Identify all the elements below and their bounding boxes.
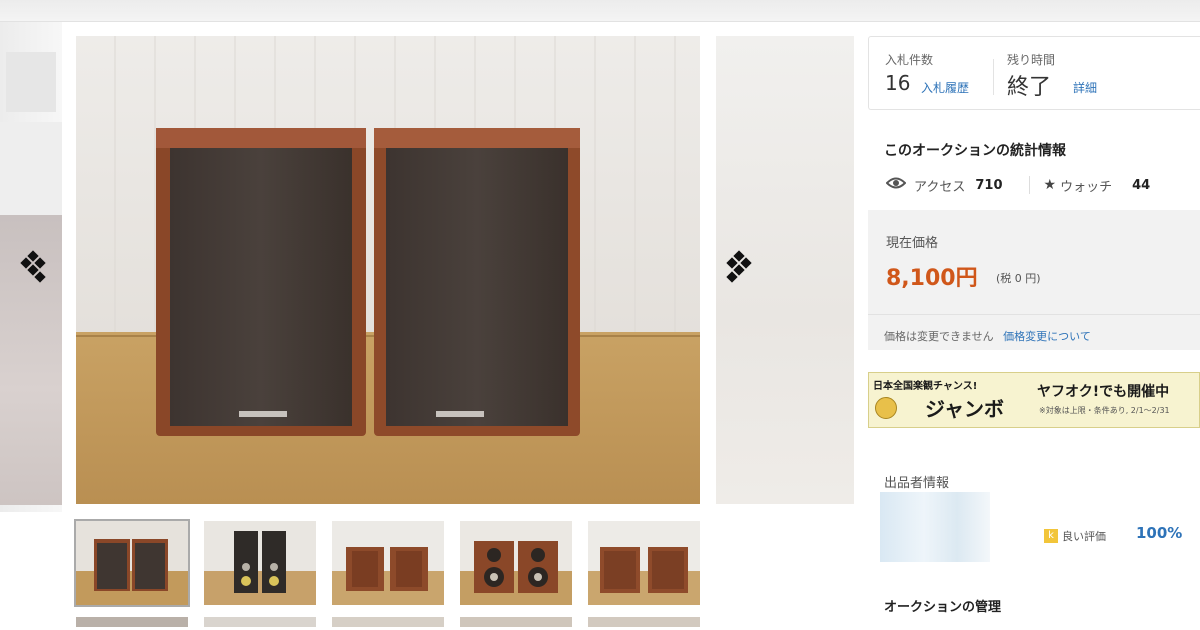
thumbnail-front-pair[interactable]	[332, 521, 444, 605]
thumbnail-row-2	[204, 617, 316, 627]
main-product-image[interactable]	[76, 36, 700, 504]
banner-line1: 日本全国楽観チャンス!	[873, 381, 978, 392]
rating-label: 良い評価	[1062, 530, 1106, 543]
bid-summary-box: 入札件数 16 入札履歴 残り時間 終了 詳細	[868, 36, 1200, 110]
access-label: アクセス	[914, 179, 966, 195]
browser-top-bar	[0, 0, 1200, 22]
divider	[868, 314, 1200, 315]
tax-note: (税 0 円)	[996, 272, 1041, 285]
watch-label: ウォッチ	[1060, 179, 1113, 195]
thumbnail-row-2	[588, 617, 700, 627]
current-price-label: 現在価格	[886, 236, 939, 251]
details-link[interactable]: 詳細	[1073, 79, 1097, 96]
promo-banner[interactable]: 日本全国楽観チャンス! ジャンボ ヤフオク!でも開催中 ※対象は上限・条件あり,…	[868, 372, 1200, 428]
bid-history-link[interactable]: 入札履歴	[921, 79, 969, 96]
thumbnail-side-pair[interactable]	[588, 521, 700, 605]
price-change-text: 価格は変更できません	[884, 330, 994, 343]
star-icon: ★	[1043, 177, 1057, 193]
banner-jumbo: ジャンボ	[925, 397, 1004, 421]
watch-count: 44	[1132, 177, 1151, 193]
seller-info-title: 出品者情報	[884, 476, 950, 491]
time-left-value: 終了	[1007, 75, 1052, 100]
bid-count-label: 入札件数	[885, 53, 934, 67]
access-count: 710	[975, 177, 1003, 193]
banner-fine-print: ※対象は上限・条件あり, 2/1～2/31	[1039, 406, 1170, 415]
thumbnail-front-no-grille[interactable]	[460, 521, 572, 605]
thumbnail-row-2	[460, 617, 572, 627]
banner-right: ヤフオク!でも開催中	[1037, 384, 1170, 400]
prev-image-arrow-icon[interactable]	[14, 246, 46, 290]
auction-management-title: オークションの管理	[884, 600, 1002, 615]
price-change-link[interactable]: 価格変更について	[1003, 330, 1091, 343]
price-box: 現在価格 8,100円 (税 0 円) 価格は変更できません 価格変更について	[868, 210, 1200, 350]
seller-name-blurred	[880, 492, 990, 562]
price-change-note: 価格は変更できません 価格変更について	[884, 328, 1091, 344]
thumbnail-row-2	[76, 617, 188, 627]
eye-icon	[885, 176, 908, 194]
current-price: 8,100円	[886, 266, 978, 291]
bid-count: 16	[885, 71, 911, 95]
blurred-block	[6, 52, 56, 112]
seller-rating: k 良い評価	[1044, 528, 1106, 544]
divider	[1028, 176, 1030, 194]
thumbnail-front[interactable]	[74, 519, 190, 607]
next-image-arrow-icon[interactable]	[724, 246, 754, 290]
thumbnail-row-2	[332, 617, 444, 627]
time-left-label: 残り時間	[1007, 53, 1056, 67]
divider	[993, 59, 994, 95]
stats-title: このオークションの統計情報	[884, 143, 1066, 159]
stats-row: アクセス 710 ★ ウォッチ 44	[885, 174, 1151, 196]
rating-icon: k	[1044, 529, 1058, 543]
thumbnail-back-terminals[interactable]	[204, 521, 316, 605]
rating-percentage: 100%	[1136, 524, 1183, 542]
coin-icon	[875, 397, 897, 419]
